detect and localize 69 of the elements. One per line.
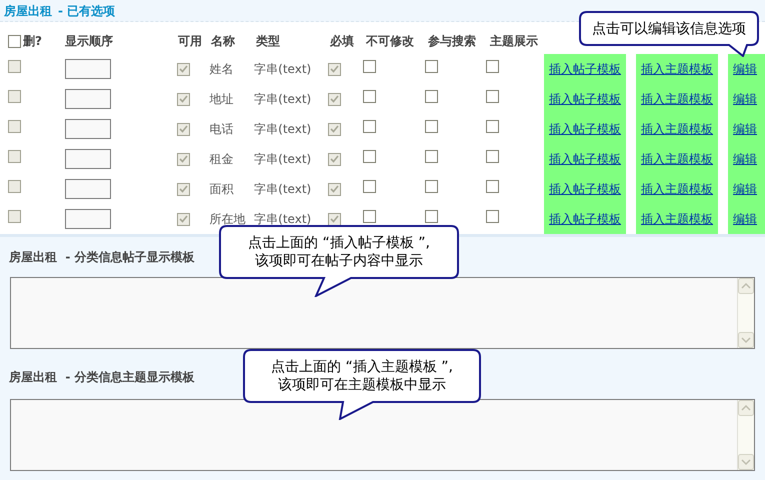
textarea-field[interactable] [10, 277, 755, 349]
checkbox[interactable] [486, 60, 500, 73]
callout-text: 该项即可在帖子内容中显示 [255, 252, 423, 270]
check-icon [330, 155, 339, 163]
field-name: 面积 [209, 182, 234, 196]
checkbox[interactable] [486, 90, 500, 103]
checkbox[interactable] [424, 60, 438, 73]
checkbox[interactable] [363, 210, 376, 223]
check-icon [178, 185, 188, 193]
checkbox[interactable] [424, 90, 438, 103]
column-header: 名称 [211, 34, 235, 48]
field-name: 姓名 [209, 62, 234, 76]
field-type: 字串(text) [254, 122, 312, 136]
checkbox[interactable] [486, 210, 500, 223]
column-header: 类型 [256, 34, 280, 48]
section-subtitle: - 已有选项 [58, 2, 116, 20]
check-icon [178, 95, 188, 103]
callout-text: 点击可以编辑该信息选项 [592, 20, 746, 38]
column-header: 必填 [330, 34, 354, 48]
field-name: 地址 [209, 92, 234, 106]
callout-text: 点击上面的 “插入帖子模板 ”, [248, 234, 430, 252]
checkbox[interactable] [424, 120, 438, 133]
checkbox[interactable] [363, 120, 376, 133]
column-header: 删? [23, 33, 42, 50]
check-icon [178, 215, 188, 223]
checkbox[interactable] [363, 60, 376, 73]
section-title: 房屋出租 [4, 2, 52, 20]
checkbox[interactable] [8, 34, 21, 48]
order-input[interactable] [64, 59, 111, 79]
order-input[interactable] [64, 179, 111, 199]
checkbox[interactable] [424, 180, 438, 193]
check-icon [330, 185, 339, 193]
field-type: 字串(text) [254, 182, 312, 196]
checkbox[interactable] [424, 210, 438, 223]
checkbox[interactable] [424, 150, 438, 163]
check-icon [330, 125, 339, 133]
column-header: 不可修改 [366, 34, 414, 48]
order-input[interactable] [64, 89, 111, 109]
check-icon [178, 155, 188, 163]
template-label: 房屋出租 - 分类信息帖子显示模板 [9, 249, 195, 266]
check-icon [178, 125, 188, 133]
callout-text: 该项即可在主题模板中显示 [278, 376, 446, 394]
checkbox[interactable] [486, 180, 500, 193]
check-icon [178, 65, 188, 73]
checkbox[interactable] [363, 90, 376, 103]
field-type: 字串(text) [254, 62, 312, 76]
textarea-field[interactable] [10, 399, 755, 471]
column-header: 可用 [178, 34, 202, 48]
field-type: 字串(text) [254, 212, 312, 226]
check-icon [330, 65, 339, 73]
checkbox[interactable] [363, 150, 376, 163]
order-input[interactable] [64, 149, 111, 169]
order-input[interactable] [64, 209, 111, 229]
checkbox[interactable] [363, 180, 376, 193]
checkbox[interactable] [486, 120, 500, 133]
checkbox[interactable] [486, 150, 500, 163]
field-type: 字串(text) [254, 92, 312, 106]
column-header: 参与搜索 [428, 34, 476, 48]
template-label: 房屋出租 - 分类信息主题显示模板 [9, 369, 195, 386]
check-icon [330, 95, 339, 103]
field-name: 所在地 [209, 212, 246, 226]
callout-text: 点击上面的 “插入主题模板 ”, [271, 358, 453, 376]
field-name: 租金 [209, 152, 234, 166]
column-header: 显示顺序 [65, 34, 113, 48]
column-header: 主题展示 [490, 34, 538, 48]
check-icon [330, 215, 339, 223]
field-name: 电话 [209, 122, 234, 136]
field-type: 字串(text) [254, 152, 312, 166]
order-input[interactable] [64, 119, 111, 139]
